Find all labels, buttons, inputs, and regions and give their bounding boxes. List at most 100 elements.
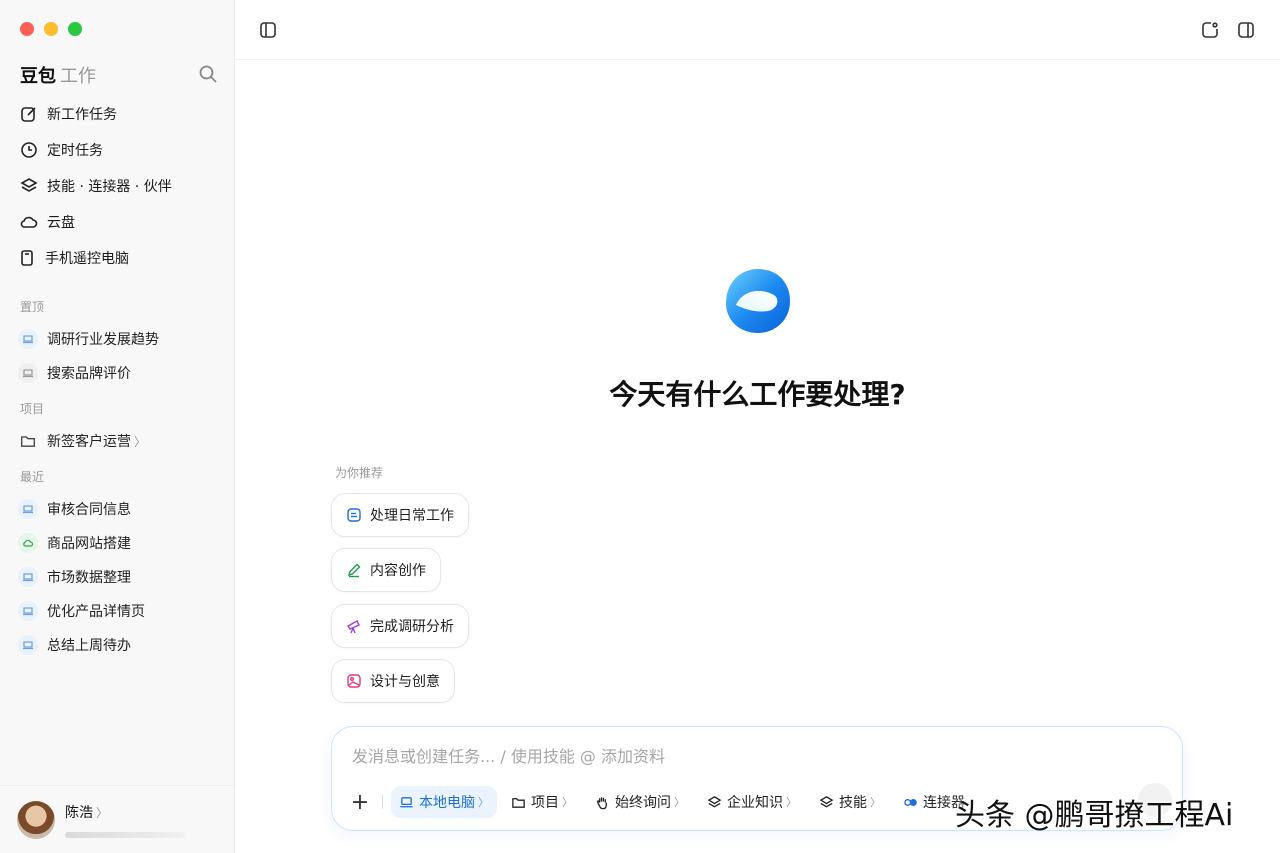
chevron-right-icon: 〉: [786, 796, 797, 809]
image-icon: [347, 674, 361, 688]
tool-project[interactable]: 项目〉: [503, 786, 581, 818]
chevron-right-icon: 〉: [478, 796, 489, 809]
section-recent-label: 最近: [20, 470, 45, 484]
suggestion-chip-design[interactable]: 设计与创意: [331, 659, 455, 703]
hand-icon: [596, 796, 607, 809]
laptop-icon: [18, 329, 38, 349]
sidebar-toggle-icon[interactable]: [258, 20, 278, 40]
chip-label: 设计与创意: [370, 674, 440, 690]
minimize-window-button[interactable]: [44, 22, 58, 36]
pinned-list: 调研行业发展趋势 搜索品牌评价: [12, 322, 224, 390]
laptop-icon: [18, 567, 38, 587]
tool-label: 项目: [531, 795, 559, 811]
layers-icon: [707, 795, 722, 807]
panel-toggle-icon[interactable]: [1236, 20, 1256, 40]
tool-local-computer[interactable]: 本地电脑〉: [391, 786, 497, 818]
laptop-icon: [18, 499, 38, 519]
list-item[interactable]: 市场数据整理: [12, 560, 224, 594]
close-window-button[interactable]: [20, 22, 34, 36]
suggestion-chip-research[interactable]: 完成调研分析: [331, 604, 469, 648]
list-icon: [347, 508, 361, 522]
brand-sub: 工作: [60, 66, 96, 87]
cloud-icon: [18, 533, 38, 553]
chip-label: 处理日常工作: [370, 508, 454, 524]
folder-icon: [18, 431, 38, 451]
brand-name: 豆包: [20, 66, 56, 87]
connector-icon: [904, 798, 917, 806]
recommend-label: 为你推荐: [335, 466, 384, 480]
user-name: 陈浩: [65, 804, 93, 821]
layers-icon: [20, 178, 38, 192]
chevron-right-icon: 〉: [674, 796, 685, 809]
laptop-icon: [18, 601, 38, 621]
app-logo-icon: [726, 269, 790, 333]
chevron-right-icon: 〉: [134, 434, 147, 449]
tool-label: 企业知识: [727, 795, 783, 811]
laptop-icon: [18, 635, 38, 655]
section-projects-label: 项目: [20, 402, 45, 416]
suggestion-chip-content-creation[interactable]: 内容创作: [331, 548, 441, 592]
tool-label: 本地电脑: [419, 795, 475, 811]
add-attachment-button[interactable]: +: [346, 788, 374, 816]
list-item[interactable]: 总结上周待办: [12, 628, 224, 662]
app-brand: 豆包 工作: [20, 62, 96, 88]
item-label: 新签客户运营: [47, 434, 131, 450]
message-input[interactable]: [352, 743, 1152, 769]
sidebar: 豆包 工作 新工作任务 定时任务 技能 · 连接器 · 伙伴 云盘 手机遥控电脑 …: [0, 0, 235, 853]
list-item[interactable]: 审核合同信息: [12, 492, 224, 526]
nav-cloud[interactable]: 云盘: [12, 204, 224, 240]
new-window-icon[interactable]: [1200, 20, 1220, 40]
list-item[interactable]: 商品网站搭建: [12, 526, 224, 560]
nav-scheduled-task[interactable]: 定时任务: [12, 132, 224, 168]
user-profile[interactable]: 陈浩〉: [0, 785, 235, 853]
item-label: 审核合同信息: [47, 502, 131, 518]
window-controls: [20, 22, 82, 36]
nav-label: 新工作任务: [47, 107, 117, 123]
tool-skills[interactable]: 技能〉: [811, 786, 889, 818]
layers-icon: [819, 795, 834, 807]
section-pinned-label: 置顶: [20, 300, 45, 314]
list-item[interactable]: 新签客户运营 〉: [12, 424, 224, 458]
chevron-right-icon: 〉: [870, 796, 881, 809]
item-label: 商品网站搭建: [47, 536, 131, 552]
chip-label: 内容创作: [370, 563, 426, 579]
tool-enterprise-knowledge[interactable]: 企业知识〉: [699, 786, 805, 818]
edit-icon: [21, 107, 36, 122]
composer-toolbar: + 本地电脑〉 项目〉 始终询问〉 企业知识〉 技能〉 连接器: [346, 785, 973, 819]
item-label: 优化产品详情页: [47, 604, 145, 620]
main-nav: 新工作任务 定时任务 技能 · 连接器 · 伙伴 云盘 手机遥控电脑: [12, 96, 224, 276]
list-item[interactable]: 优化产品详情页: [12, 594, 224, 628]
telescope-icon: [346, 620, 360, 634]
nav-skills[interactable]: 技能 · 连接器 · 伙伴: [12, 168, 224, 204]
cloud-icon: [20, 216, 38, 228]
pen-icon: [347, 563, 361, 578]
nav-new-task[interactable]: 新工作任务: [12, 96, 224, 132]
nav-label: 定时任务: [47, 143, 103, 159]
item-label: 总结上周待办: [47, 638, 131, 654]
laptop-icon: [18, 363, 38, 383]
suggestion-chip-daily-work[interactable]: 处理日常工作: [331, 493, 469, 537]
search-icon[interactable]: [198, 64, 218, 84]
chip-label: 完成调研分析: [370, 619, 454, 635]
page-title: 今天有什么工作要处理?: [609, 378, 906, 411]
top-bar: [235, 0, 1280, 60]
project-list: 新签客户运营 〉: [12, 424, 224, 458]
nav-label: 技能 · 连接器 · 伙伴: [47, 179, 172, 195]
tool-always-ask[interactable]: 始终询问〉: [587, 786, 693, 818]
tool-label: 技能: [839, 795, 867, 811]
chevron-right-icon: 〉: [96, 805, 109, 820]
list-item[interactable]: 调研行业发展趋势: [12, 322, 224, 356]
divider: [382, 795, 383, 809]
recent-list: 审核合同信息 商品网站搭建 市场数据整理 优化产品详情页 总结上周待办: [12, 492, 224, 662]
nav-label: 手机遥控电脑: [45, 251, 129, 267]
user-name-row: 陈浩〉: [65, 802, 185, 822]
maximize-window-button[interactable]: [68, 22, 82, 36]
item-label: 市场数据整理: [47, 570, 131, 586]
avatar: [17, 800, 55, 839]
watermark: 头条 @鹏哥撩工程Ai: [955, 798, 1234, 833]
list-item[interactable]: 搜索品牌评价: [12, 356, 224, 390]
nav-phone-remote[interactable]: 手机遥控电脑: [12, 240, 224, 276]
laptop-icon: [400, 796, 413, 807]
user-subtitle-blur: [65, 831, 185, 838]
folder-icon: [512, 797, 525, 808]
